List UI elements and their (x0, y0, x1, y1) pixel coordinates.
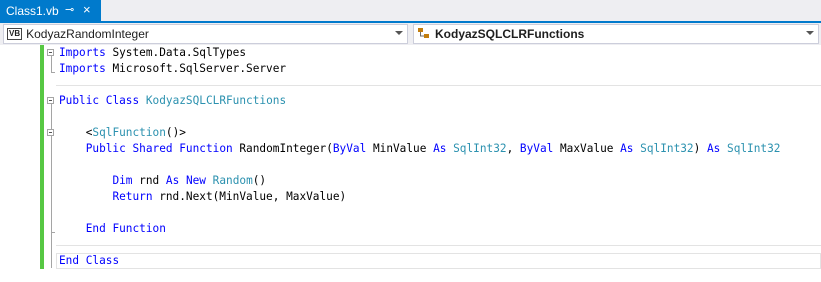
keyword-token: Return (112, 190, 153, 203)
code-token: ()> (165, 126, 186, 139)
code-line[interactable]: <SqlFunction()> (59, 125, 186, 141)
member-dropdown[interactable]: KodyazSQLCLRFunctions (413, 24, 819, 44)
outline-guide (51, 56, 52, 72)
chevron-down-icon[interactable] (806, 31, 814, 35)
keyword-token: As (433, 142, 447, 155)
keyword-token: As (620, 142, 634, 155)
code-token: , (506, 142, 520, 155)
keyword-token: Public (85, 142, 126, 155)
keyword-token: Dim (112, 174, 133, 187)
code-line[interactable]: Imports Microsoft.SqlServer.Server (59, 61, 286, 77)
code-token: MaxValue (553, 142, 621, 155)
keyword-token: End (59, 254, 80, 267)
section-separator (56, 245, 821, 246)
section-separator (56, 85, 821, 86)
member-dropdown-value: KodyazSQLCLRFunctions (435, 27, 585, 41)
tab-class1-vb[interactable]: Class1.vb ⊸ × (0, 0, 101, 21)
change-tracking-bar (40, 45, 44, 269)
keyword-token: Imports (59, 46, 106, 59)
tab-title: Class1.vb (6, 3, 59, 18)
outline-guide-end (51, 232, 55, 233)
keyword-token: As (706, 142, 721, 155)
type-token: SqlFunction (92, 126, 166, 139)
code-token: MinValue (366, 142, 434, 155)
current-line-highlight (56, 253, 821, 269)
type-token: SqlInt32 (640, 142, 694, 155)
close-icon[interactable]: × (83, 3, 91, 16)
code-token: < (59, 126, 93, 139)
keyword-token: Public (59, 94, 100, 107)
code-token: rnd.Next(MinValue, MaxValue) (152, 190, 347, 203)
pin-icon[interactable]: ⊸ (65, 4, 74, 16)
collapse-class-icon[interactable] (47, 97, 54, 104)
keyword-token: Class (85, 254, 120, 267)
code-token: ) (693, 142, 707, 155)
code-line[interactable]: End Class (59, 253, 119, 269)
type-token: Random (212, 174, 253, 187)
keyword-token: As (165, 174, 180, 187)
document-tab-strip: Class1.vb ⊸ × (0, 0, 821, 21)
keyword-token: Shared (132, 142, 173, 155)
code-line[interactable]: Imports System.Data.SqlTypes (59, 45, 246, 61)
class-icon (417, 27, 431, 42)
type-token: SqlInt32 (727, 142, 781, 155)
collapse-imports-icon[interactable] (47, 49, 54, 56)
code-token: () (252, 174, 267, 187)
code-token: System.Data.SqlTypes (105, 46, 247, 59)
keyword-token: Function (179, 142, 233, 155)
outline-guide-end (51, 72, 55, 73)
keyword-token: ByVal (332, 142, 367, 155)
type-token: SqlInt32 (453, 142, 507, 155)
code-token: RandomInteger( (232, 142, 333, 155)
code-token: Microsoft.SqlServer.Server (105, 62, 287, 75)
code-line[interactable]: Return rnd.Next(MinValue, MaxValue) (59, 189, 346, 205)
type-token: KodyazSQLCLRFunctions (145, 94, 287, 107)
keyword-token: End (85, 222, 106, 235)
keyword-token: Imports (59, 62, 106, 75)
keyword-token: Function (112, 222, 166, 235)
type-dropdown-value: KodyazRandomInteger (26, 27, 149, 41)
vb-file-icon: VB (7, 28, 23, 40)
keyword-token: New (185, 174, 206, 187)
code-token: rnd (132, 174, 166, 187)
code-line[interactable]: Dim rnd As New Random() (59, 173, 266, 189)
chevron-down-icon[interactable] (395, 31, 403, 35)
type-dropdown[interactable]: VB KodyazRandomInteger (3, 24, 408, 44)
code-editor[interactable]: Imports System.Data.SqlTypes Imports Micr… (0, 45, 821, 282)
collapse-function-icon[interactable] (47, 129, 54, 136)
navigation-bar: VB KodyazRandomInteger KodyazSQLCLRFunct… (0, 23, 821, 45)
code-line[interactable]: End Function (59, 221, 166, 237)
code-line[interactable]: Public Class KodyazSQLCLRFunctions (59, 93, 286, 109)
keyword-token: ByVal (519, 142, 554, 155)
code-line[interactable]: Public Shared Function RandomInteger(ByV… (59, 141, 781, 157)
keyword-token: Class (105, 94, 140, 107)
